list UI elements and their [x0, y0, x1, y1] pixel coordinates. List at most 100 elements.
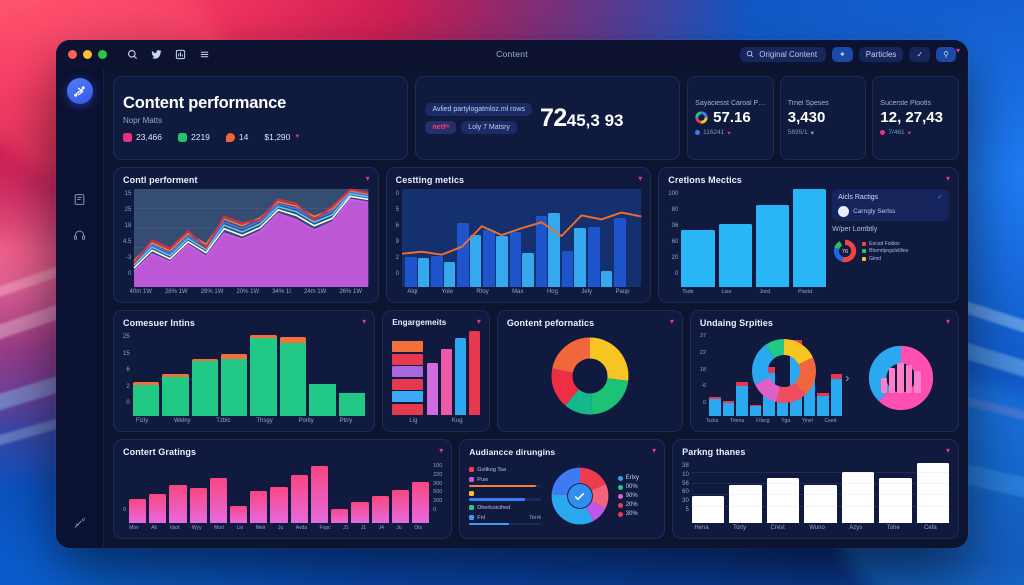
bar [736, 381, 748, 416]
search-input[interactable]: Original Content [740, 46, 827, 62]
axis-tick: 20% 1W [236, 289, 260, 295]
bar [279, 336, 307, 416]
axis-tick: Vaot [169, 525, 180, 531]
legend-item: 20% [617, 502, 655, 508]
traffic-lights[interactable] [68, 49, 107, 59]
chevron-down-icon[interactable]: ▾ [946, 447, 950, 455]
panel-consumer-intents: Comesuer Intins ▾ 25 15 6 2 0 Fizly Weln… [113, 310, 376, 432]
axis-tick: -6 [701, 383, 707, 390]
legend-swatch [862, 241, 867, 246]
chevron-down-icon[interactable]: ▾ [366, 175, 370, 183]
chevron-down-icon[interactable]: ▾ [652, 447, 656, 455]
donut-title: W/per Lontbtly [832, 226, 878, 233]
chip-history[interactable]: Loly 7 Matsry [461, 120, 517, 134]
area-chart-svg [133, 188, 369, 287]
x-axis-labels: Alqr Yole Rtoy Max Hog Jely Paup [396, 287, 642, 295]
stat-trending: 14 [225, 132, 248, 142]
filter-button[interactable]: Particles [858, 46, 904, 62]
expand-arrow-icon[interactable]: › [842, 331, 852, 424]
bar [468, 331, 480, 415]
app-logo[interactable] [66, 78, 93, 104]
search-icon[interactable] [127, 49, 138, 60]
aicls-dropdown-label: Aicls Ractigs [838, 193, 879, 201]
chevron-down-icon[interactable]: ▾ [946, 175, 950, 183]
axis-tick: 220 [433, 471, 443, 478]
axis-tick: 22 [699, 349, 707, 356]
axis-tick: Ptrry [339, 418, 353, 424]
chip-rows[interactable]: Avlied partylogatmloz.ml rows [425, 102, 532, 116]
chevron-down-icon: ▾ [907, 129, 911, 137]
bar [331, 508, 349, 523]
bar [729, 484, 762, 523]
pin-button[interactable]: ✦ [832, 46, 853, 62]
panel-content-gratings: Contert Gratings ▾ 0 100 220 300 500 200 0 Mo… [113, 439, 453, 539]
x-axis-labels: Fizly Welny Tzblc Thsgy Pority Ptrry [123, 416, 365, 424]
legend-swatch [469, 477, 475, 483]
chevron-down-icon[interactable]: ▾ [638, 175, 642, 183]
axis-tick: Jord [759, 289, 771, 295]
axis-tick: Yinel [801, 418, 813, 424]
gridline [691, 494, 949, 496]
chevron-down-icon[interactable]: ▾ [439, 447, 443, 455]
legend-swatch [469, 467, 475, 473]
inner-bar [897, 362, 904, 393]
minimize-button[interactable] [83, 49, 92, 59]
content-performance-donut [551, 337, 629, 415]
axis-tick: 24m 1W [303, 289, 327, 295]
svg-text:76: 76 [842, 249, 848, 255]
inner-bar [905, 364, 913, 393]
bar-group [129, 461, 430, 523]
bar-body [279, 343, 307, 416]
kpi-card-3: Sucerste Plootls 12, 27,43 7/461 ▾ ▾ [872, 47, 960, 160]
close-button[interactable] [68, 49, 77, 59]
search-value: Original Content [759, 49, 818, 59]
axis-tick: 37 [699, 333, 707, 339]
axis-tick: Azys [849, 525, 863, 531]
sidebar-item-support[interactable] [67, 222, 93, 248]
sidebar-item-settings[interactable] [67, 510, 93, 536]
axis-tick: Hena [694, 525, 709, 531]
sidebar-item-reports[interactable] [67, 186, 93, 212]
axis-tick: 60 [671, 239, 679, 245]
bar [162, 374, 189, 416]
menu-icon[interactable] [199, 49, 210, 60]
chevron-down-icon[interactable]: ▾ [946, 318, 950, 326]
search-button[interactable]: ⚲ [936, 46, 956, 62]
axis-tick: 100 [433, 463, 443, 469]
check-icon: ✓ [937, 194, 944, 201]
axis-tick: Wuno [809, 525, 825, 531]
progress-fill [469, 498, 526, 501]
axis-tick: 15 [123, 350, 130, 357]
y-axis-labels: 25 15 6 2 0 [123, 332, 133, 416]
chevron-down-icon[interactable]: ▾ [670, 318, 674, 326]
status-dot [695, 130, 701, 135]
chevron-down-icon[interactable]: ▾ [477, 318, 481, 326]
legend-item: 90% [617, 493, 655, 499]
chip-brand[interactable]: netfᵐ [425, 120, 457, 134]
bar-body [221, 359, 248, 416]
maximize-button[interactable] [98, 49, 107, 59]
axis-tick: Tsds [682, 289, 694, 295]
confirm-button[interactable]: ✓ [909, 46, 931, 62]
bar [391, 489, 409, 523]
bar-body [162, 377, 189, 416]
bar-body [722, 402, 735, 416]
axis-tick: Tscks [705, 418, 719, 424]
chart-icon[interactable] [175, 49, 186, 60]
stat-engagements: 2219 [178, 132, 210, 142]
stat-revenue[interactable]: $1,290 ▼ [264, 132, 300, 142]
axis-tick: 0 [702, 400, 707, 406]
axis-tick: 34% 1I [272, 289, 291, 295]
axis-tick: Mov [129, 525, 139, 531]
bar [755, 204, 789, 287]
bar [709, 397, 721, 416]
chevron-down-icon[interactable]: ▾ [362, 318, 366, 326]
bar [209, 478, 228, 523]
twitter-icon[interactable] [151, 49, 162, 60]
axis-tick: Tohe [886, 525, 900, 531]
hero-metric-card: Avlied partylogatmloz.ml rows netfᵐ Loly… [415, 76, 681, 160]
axis-tick: 6 [126, 367, 130, 373]
axis-tick: Ftlscg [756, 418, 770, 424]
bar-body [736, 385, 748, 416]
kpi-card-1: Sayaciesst Caroal Petclits 57.16 116241▾ [687, 76, 774, 160]
